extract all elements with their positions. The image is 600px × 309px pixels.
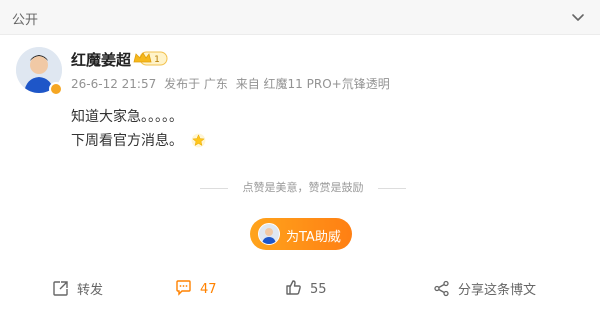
post-meta: 26-6-12 21:57 发布于 广东 来自 红魔11 PRO+氘锋透明	[71, 75, 394, 92]
support-avatar-image	[259, 224, 279, 244]
like-count: 55	[310, 282, 327, 297]
post-time[interactable]: 26-6-12 21:57	[71, 77, 156, 91]
comment-icon	[176, 280, 191, 296]
post-location: 发布于 广东	[164, 77, 228, 91]
star-emoji-icon	[192, 133, 206, 148]
share-button[interactable]: 分享这条博文	[433, 279, 536, 298]
vip-badge-icon[interactable]: 1	[132, 50, 168, 67]
like-icon	[286, 280, 301, 295]
post-content-line-1: 知道大家急。。。。。	[71, 109, 183, 125]
post-content: 知道大家急。。。。。 下周看官方消息。	[71, 105, 206, 153]
verified-badge-icon	[49, 82, 63, 96]
action-bar: 转发 47 55 分享这条博文	[0, 271, 600, 307]
visibility-bar: 公开	[0, 0, 600, 35]
post-content-line-2-text: 下周看官方消息。	[71, 133, 183, 149]
share-icon	[434, 280, 449, 297]
username[interactable]: 红魔姜超	[71, 49, 131, 70]
chevron-down-icon[interactable]	[570, 9, 586, 25]
comment-count: 47	[200, 282, 217, 297]
like-button[interactable]: 55	[285, 279, 327, 297]
comment-button[interactable]: 47	[175, 279, 217, 297]
share-label: 分享这条博文	[458, 283, 537, 298]
support-avatar	[258, 223, 280, 245]
post-content-line-2: 下周看官方消息。	[71, 129, 206, 153]
reward-divider: 点赞是美意，赞赏是鼓励	[200, 179, 406, 197]
repost-button[interactable]: 转发	[52, 279, 103, 298]
post-source: 来自 红魔11 PRO+氘锋透明	[235, 77, 390, 91]
support-button-label: 为TA助威	[286, 230, 341, 245]
support-button[interactable]: 为TA助威	[250, 218, 352, 250]
repost-label: 转发	[77, 283, 104, 298]
reward-divider-text: 点赞是美意，赞赏是鼓励	[242, 181, 364, 194]
visibility-label: 公开	[12, 13, 39, 28]
vip-level: 1	[154, 55, 160, 65]
repost-icon	[53, 281, 68, 296]
